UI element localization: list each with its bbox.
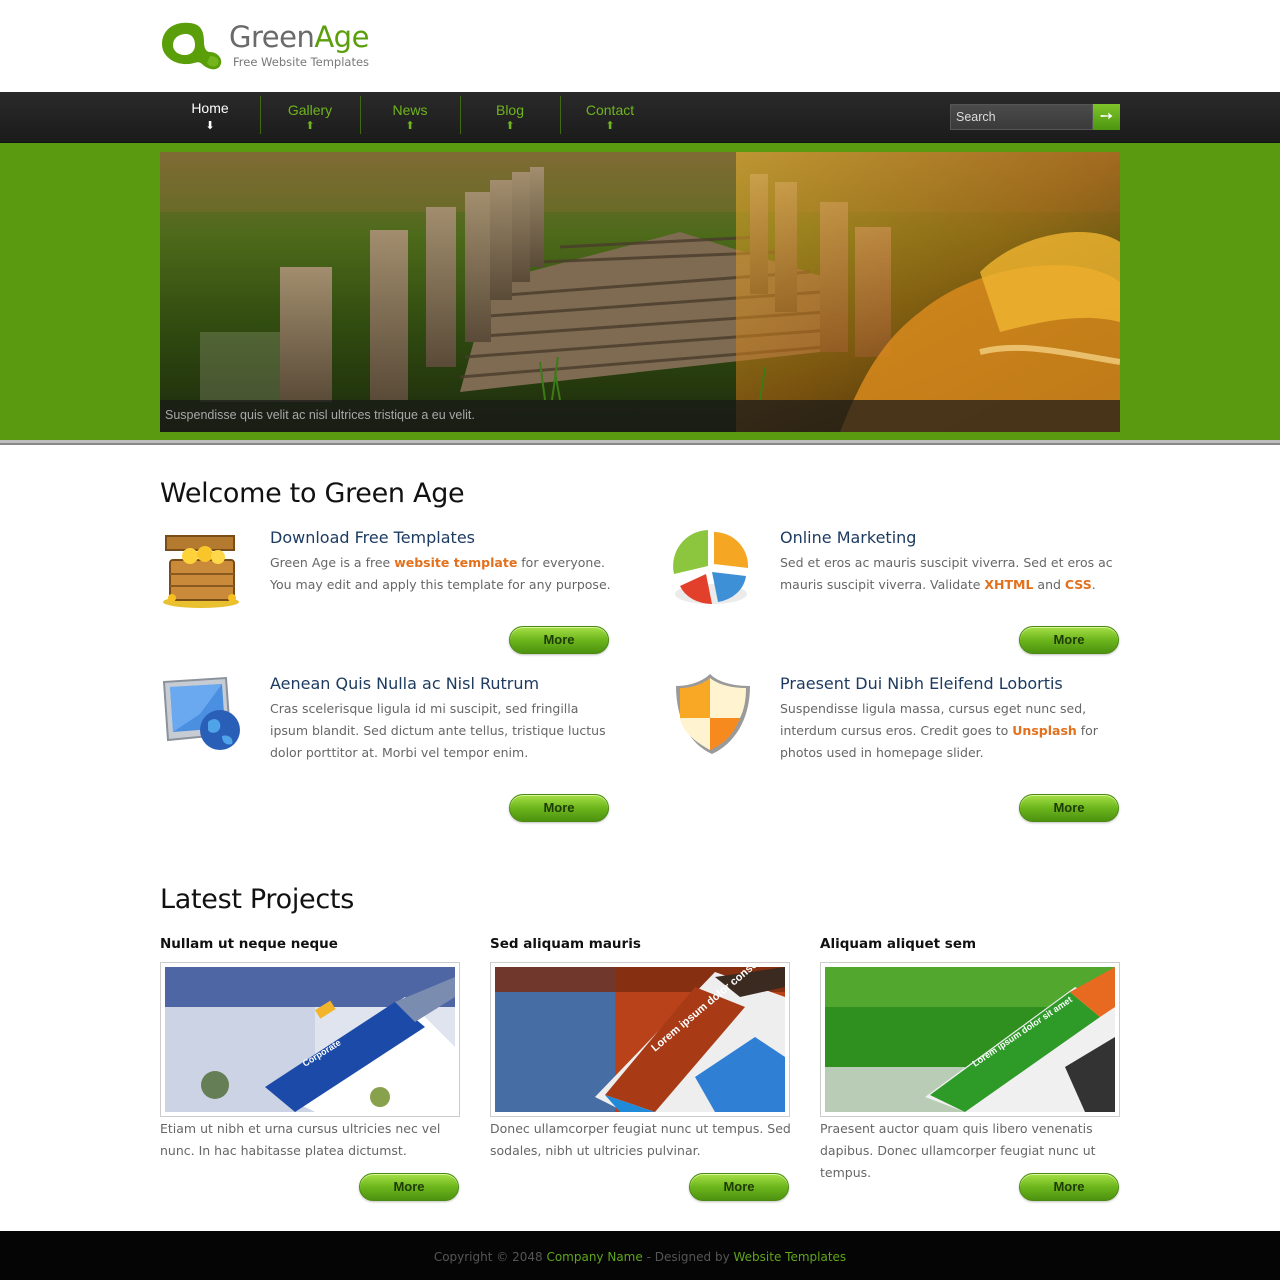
project-thumbnail[interactable]: Lorem ipsum dolor consectetur adipiscing (490, 962, 790, 1117)
project-title[interactable]: Nullam ut neque neque (160, 936, 338, 952)
project-text: Donec ullamcorper feugiat nunc ut tempus… (490, 1121, 791, 1158)
website-template-link[interactable]: website template (394, 555, 517, 570)
project-card: Nullam ut neque neque Corporate Etiam ut… (160, 936, 460, 1201)
shield-icon (676, 674, 750, 754)
more-button[interactable]: More (509, 794, 609, 822)
more-button[interactable]: More (1019, 1173, 1119, 1201)
nav-item-gallery[interactable]: Gallery ⬆ (260, 92, 360, 143)
nav-label: Contact (585, 102, 635, 118)
search-input[interactable] (950, 104, 1093, 130)
search-submit-button[interactable]: ➙ (1093, 104, 1120, 130)
nav-item-contact[interactable]: Contact ⬆ (560, 92, 660, 143)
nav-item-blog[interactable]: Blog ⬆ (460, 92, 560, 143)
feature-text: Sed et eros ac mauris suscipit viverra. … (780, 552, 1130, 596)
navbar: Home ⬇ Gallery ⬆ News ⬆ Blog ⬆ Contact ⬆… (0, 92, 1280, 143)
brand-name: GreenAge (229, 20, 369, 54)
feature-title[interactable]: Praesent Dui Nibh Eleifend Lobortis (780, 674, 1063, 693)
header: GreenAge Free Website Templates (0, 0, 1280, 92)
brand-tagline: Free Website Templates (233, 55, 370, 69)
nav-label: News (392, 102, 428, 118)
feature-title[interactable]: Download Free Templates (270, 528, 475, 547)
css-link[interactable]: CSS (1065, 577, 1092, 592)
project-card: Aliquam aliquet sem Lorem ipsum dolor si… (820, 936, 1120, 1201)
hero-slide[interactable]: Suspendisse quis velit ac nisl ultrices … (160, 152, 1120, 432)
project-card: Sed aliquam mauris Lorem ipsum dolor con… (490, 936, 791, 1201)
project-thumbnail[interactable]: Corporate (160, 962, 460, 1117)
project-title[interactable]: Aliquam aliquet sem (820, 936, 976, 952)
feature-title[interactable]: Online Marketing (780, 528, 916, 547)
footer: Copyright © 2048 Company Name - Designed… (0, 1231, 1280, 1280)
nav-item-news[interactable]: News ⬆ (360, 92, 460, 143)
arrow-up-icon: ⬆ (505, 119, 515, 132)
particle-template-thumb: Lorem ipsum dolor sit amet (825, 967, 1115, 1112)
text-part: and (1033, 577, 1065, 592)
project-text: Etiam ut nibh et urna cursus ultricies n… (160, 1121, 441, 1158)
corporate-template-thumb: Corporate (165, 967, 455, 1112)
feature-marketing: Online Marketing Sed et eros ac mauris s… (670, 528, 1130, 668)
monitor-globe-icon (162, 676, 240, 750)
more-button[interactable]: More (1019, 794, 1119, 822)
arrow-up-icon: ⬆ (305, 119, 315, 132)
nav-label: Gallery (287, 102, 333, 118)
feature-text: Suspendisse ligula massa, cursus eget nu… (780, 698, 1130, 764)
treasure-chest-icon (163, 535, 239, 608)
company-name-link[interactable]: Company Name (546, 1250, 642, 1264)
nav-item-home[interactable]: Home ⬇ (160, 92, 260, 143)
pie-chart-icon (673, 530, 749, 605)
main-nav: Home ⬇ Gallery ⬆ News ⬆ Blog ⬆ Contact ⬆ (160, 92, 660, 143)
feature-praesent: Praesent Dui Nibh Eleifend Lobortis Susp… (670, 674, 1130, 822)
leaf-logo-icon (162, 22, 222, 70)
more-button[interactable]: More (689, 1173, 789, 1201)
brand-name-part2: Age (314, 20, 369, 54)
more-button[interactable]: More (1019, 626, 1119, 654)
search-form: ➙ (950, 104, 1120, 130)
projects-title: Latest Projects (160, 884, 354, 915)
arrow-right-icon: ➙ (1099, 108, 1114, 125)
feature-text: Cras scelerisque ligula id mi suscipit, … (270, 701, 606, 760)
feature-title[interactable]: Aenean Quis Nulla ac Nisl Rutrum (270, 674, 539, 693)
website-templates-link[interactable]: Website Templates (734, 1250, 847, 1264)
feature-text: Green Age is a free website template for… (270, 552, 620, 596)
text-part: Green Age is a free (270, 555, 395, 570)
logo[interactable]: GreenAge Free Website Templates (160, 20, 370, 74)
feature-download: Download Free Templates Green Age is a f… (160, 528, 620, 668)
banner: Suspendisse quis velit ac nisl ultrices … (0, 143, 1280, 445)
designed-by-text: - Designed by (642, 1250, 734, 1264)
dock-photo (160, 152, 1120, 432)
slide-caption: Suspendisse quis velit ac nisl ultrices … (160, 400, 1120, 432)
brand-name-part1: Green (229, 20, 315, 54)
themo-template-thumb: Lorem ipsum dolor consectetur adipiscing (495, 967, 785, 1112)
more-button[interactable]: More (509, 626, 609, 654)
arrow-down-icon: ⬇ (205, 119, 215, 132)
nav-label: Home (191, 100, 229, 116)
arrow-up-icon: ⬆ (605, 119, 615, 132)
nav-label: Blog (495, 102, 525, 118)
copyright-text: Copyright © 2048 (433, 1250, 547, 1264)
feature-aenean: Aenean Quis Nulla ac Nisl Rutrum Cras sc… (160, 674, 620, 822)
project-title[interactable]: Sed aliquam mauris (490, 936, 641, 952)
project-thumbnail[interactable]: Lorem ipsum dolor sit amet (820, 962, 1120, 1117)
arrow-up-icon: ⬆ (405, 119, 415, 132)
text-part: . (1091, 577, 1096, 592)
unsplash-link[interactable]: Unsplash (1012, 723, 1077, 738)
xhtml-link[interactable]: XHTML (984, 577, 1033, 592)
welcome-title: Welcome to Green Age (160, 478, 465, 509)
more-button[interactable]: More (359, 1173, 459, 1201)
